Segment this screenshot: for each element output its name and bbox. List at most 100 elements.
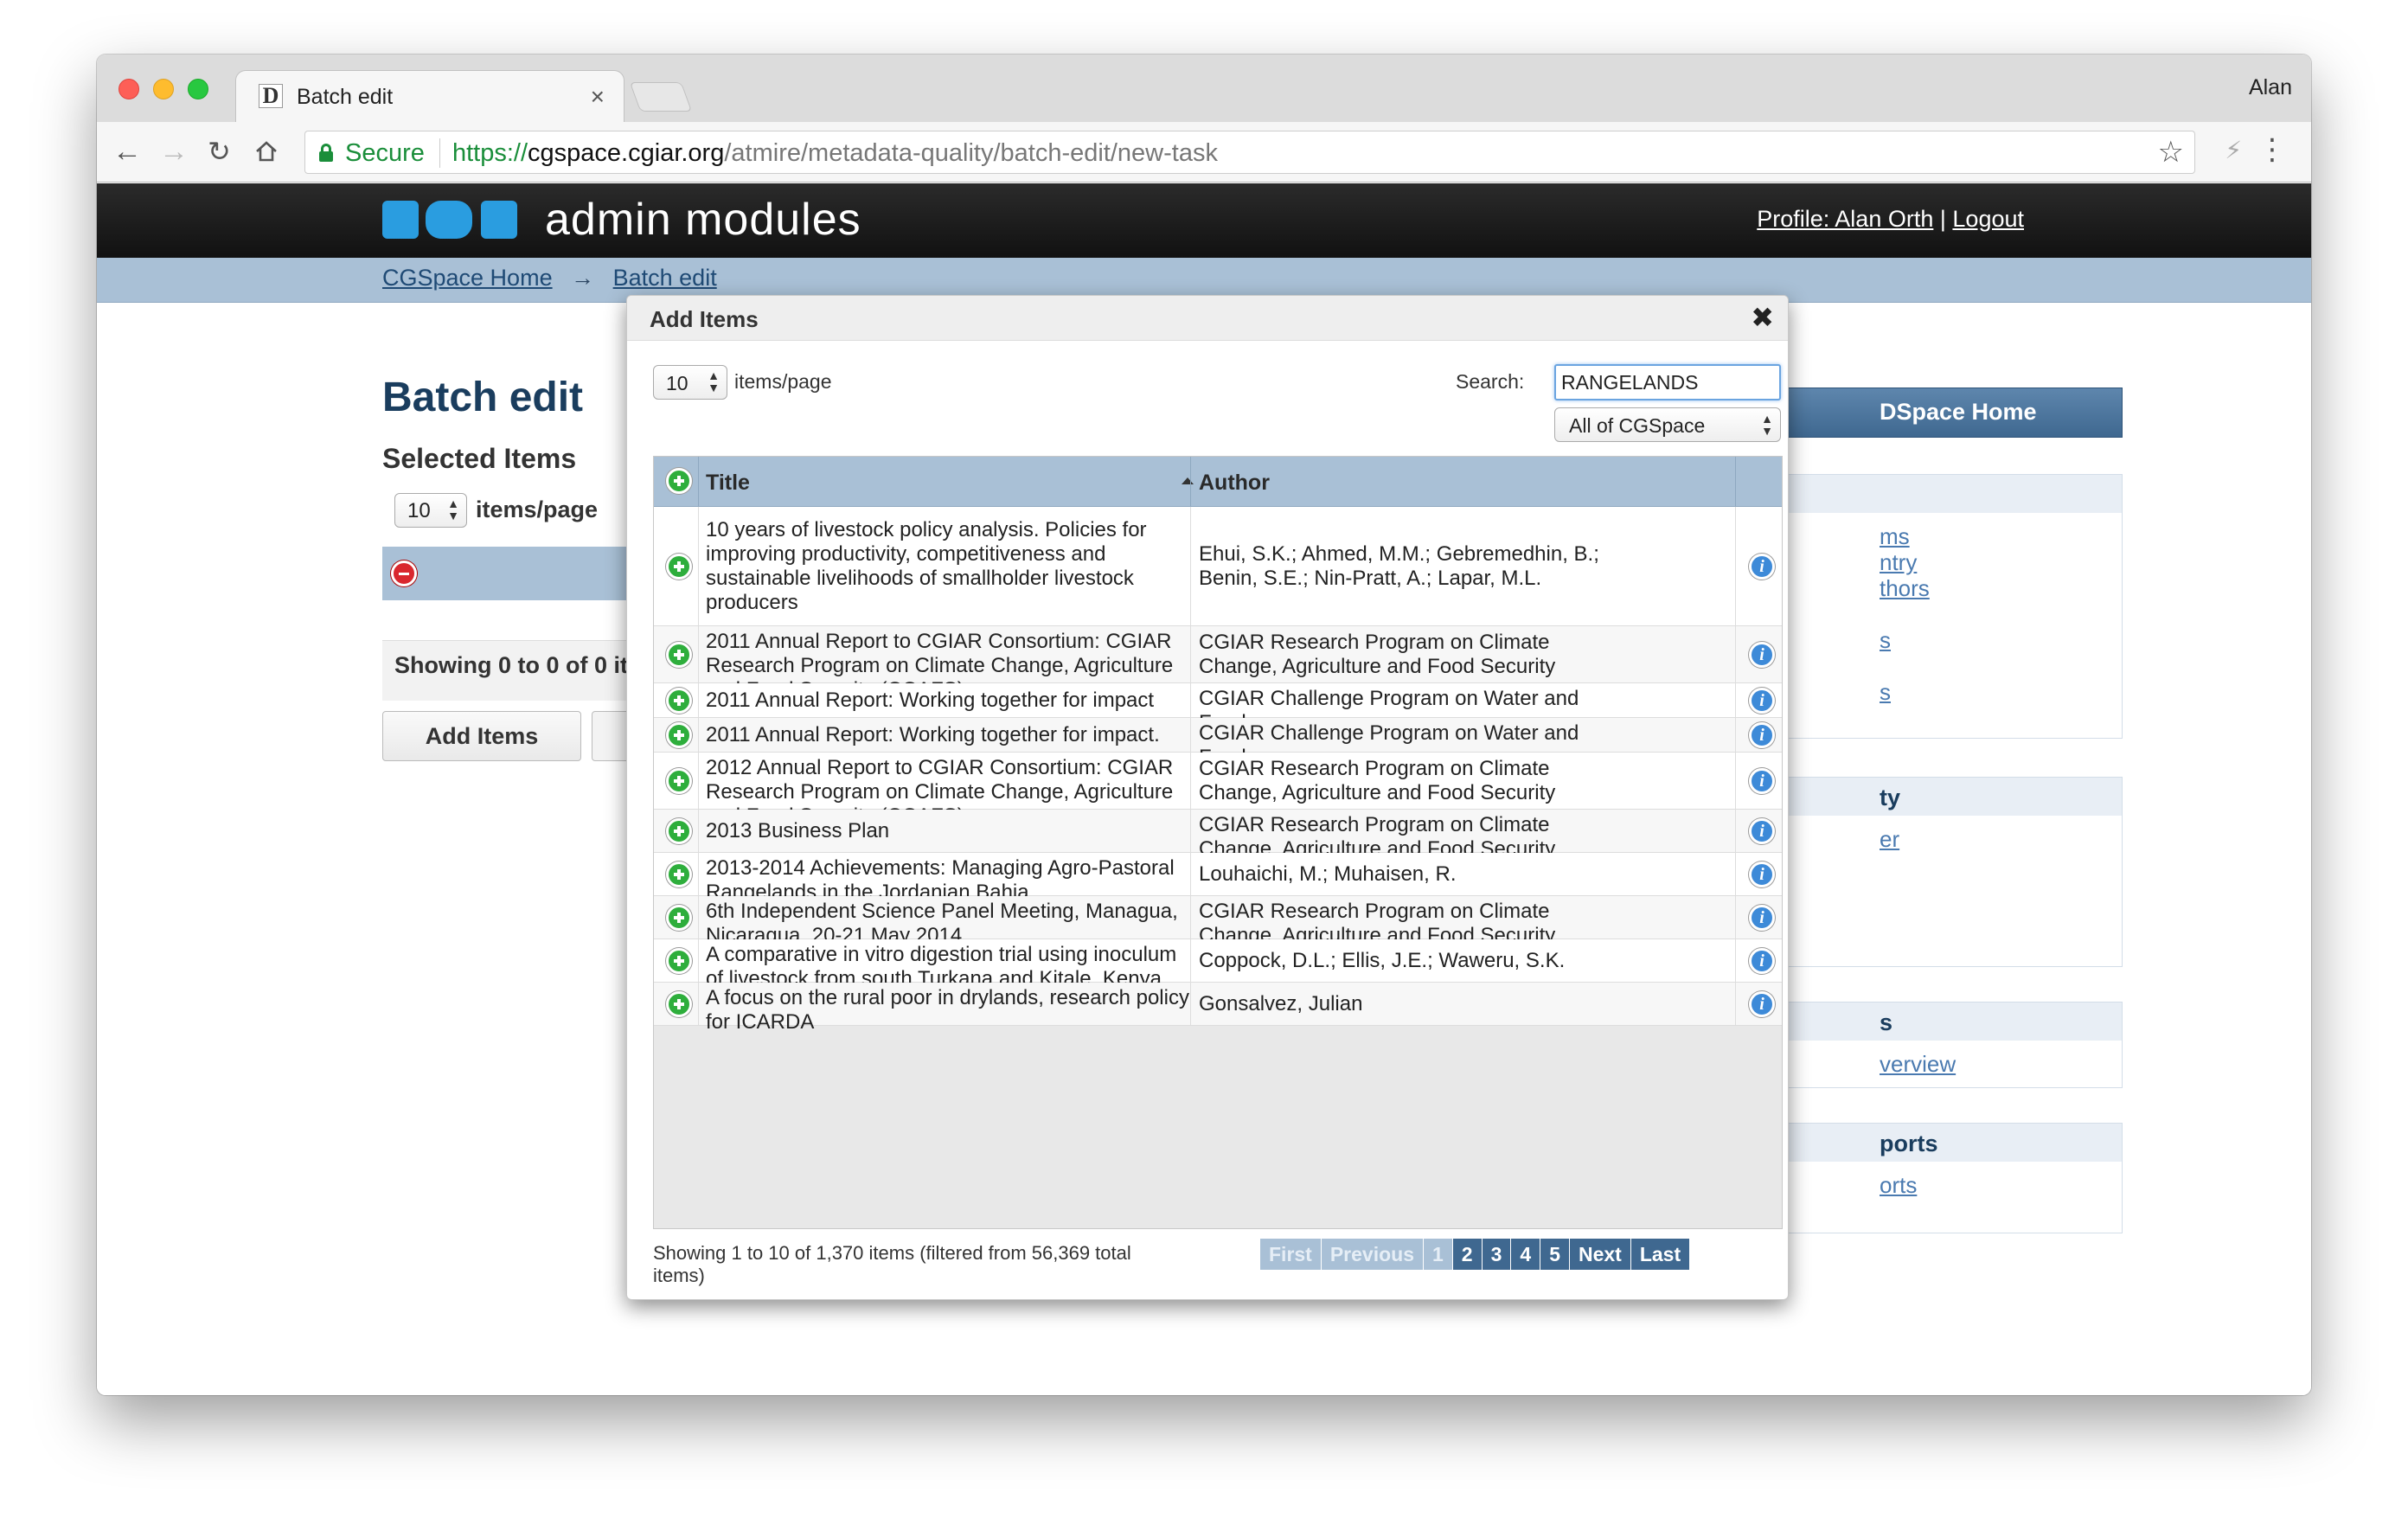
item-info-icon[interactable]: i — [1749, 722, 1775, 748]
breadcrumb-current-link[interactable]: Batch edit — [613, 265, 717, 291]
item-info-icon[interactable]: i — [1749, 948, 1775, 974]
add-item-icon[interactable] — [666, 722, 692, 748]
pager-last[interactable]: Last — [1630, 1239, 1691, 1270]
table-row[interactable]: 2011 Annual Report to CGIAR Consortium: … — [654, 626, 1782, 701]
sidebar-link-items[interactable]: ms — [1880, 523, 1910, 550]
browser-tab[interactable]: D Batch edit × — [235, 70, 624, 124]
table-row[interactable]: 2012 Annual Report to CGIAR Consortium: … — [654, 753, 1782, 828]
cell-author: Coppock, D.L.; Ellis, J.E.; Waweru, S.K. — [1199, 949, 1566, 972]
sidebar-box-quality: ty er — [1766, 777, 2123, 967]
pager-first[interactable]: First — [1260, 1239, 1322, 1270]
selected-per-page-select[interactable]: 10 ▲ ▼ — [394, 493, 467, 528]
item-info-icon[interactable]: i — [1749, 554, 1775, 580]
modal-per-page-label: items/page — [734, 370, 832, 393]
item-info-icon[interactable]: i — [1749, 688, 1775, 714]
sidebar-link-overview[interactable]: verview — [1880, 1051, 1956, 1078]
add-item-icon[interactable] — [666, 862, 692, 887]
menu-icon[interactable]: ⋮ — [2258, 132, 2287, 167]
item-info-icon[interactable]: i — [1749, 768, 1775, 794]
sidebar-link-5[interactable]: s — [1880, 679, 1891, 706]
table-row[interactable]: A focus on the rural poor in drylands, r… — [654, 983, 1782, 1034]
lock-icon — [319, 144, 333, 162]
new-tab-button[interactable] — [629, 82, 693, 112]
search-input[interactable] — [1554, 364, 1781, 400]
column-divider — [698, 753, 699, 810]
add-item-icon[interactable] — [666, 642, 692, 668]
sidebar-link-reports[interactable]: orts — [1880, 1172, 1917, 1199]
breadcrumb-home-link[interactable]: CGSpace Home — [382, 265, 553, 291]
sort-ascending-icon — [1182, 477, 1194, 484]
column-divider — [698, 507, 699, 626]
sidebar-link-authors[interactable]: thors — [1880, 575, 1930, 602]
add-item-icon[interactable] — [666, 768, 692, 794]
add-item-icon[interactable] — [666, 688, 692, 714]
reload-icon[interactable]: ↻ — [208, 134, 231, 169]
column-divider — [1190, 810, 1191, 853]
table-row[interactable]: 2013 Business Plan CGIAR Research Program… — [654, 810, 1782, 861]
selected-items-heading: Selected Items — [382, 443, 577, 474]
table-row[interactable]: 2011 Annual Report: Working together for… — [654, 718, 1782, 769]
item-info-icon[interactable]: i — [1749, 818, 1775, 844]
sidebar-box-quality-head: ty — [1767, 778, 2122, 816]
star-icon[interactable]: ☆ — [2158, 135, 2184, 170]
column-header-title[interactable]: Title — [706, 471, 750, 496]
item-info-icon[interactable]: i — [1749, 862, 1775, 887]
maximize-window-button[interactable] — [188, 79, 208, 99]
scope-select[interactable]: All of CGSpace ▲ ▼ — [1554, 407, 1781, 442]
add-item-icon[interactable] — [666, 818, 692, 844]
atmire-logo-icon[interactable] — [382, 201, 517, 239]
table-row[interactable]: 2011 Annual Report: Working together for… — [654, 683, 1782, 734]
column-divider — [1735, 983, 1736, 1026]
minimize-window-button[interactable] — [153, 79, 174, 99]
back-icon[interactable]: ← — [112, 134, 142, 169]
logout-link[interactable]: Logout — [1952, 206, 2024, 232]
table-row[interactable]: 10 years of livestock policy analysis. P… — [654, 507, 1782, 626]
pager-page-2[interactable]: 2 — [1452, 1239, 1483, 1270]
add-item-icon[interactable] — [666, 948, 692, 974]
add-item-icon[interactable] — [666, 554, 692, 580]
modal-per-page-select[interactable]: 10 ▲ ▼ — [653, 365, 727, 400]
address-bar[interactable]: Secure https://cgspace.cgiar.org/atmire/… — [304, 131, 2195, 174]
pager-page-5[interactable]: 5 — [1540, 1239, 1570, 1270]
forward-icon[interactable]: → — [159, 134, 189, 169]
dspace-home-button[interactable]: DSpace Home — [1766, 388, 2123, 438]
add-item-icon[interactable] — [666, 905, 692, 931]
sidebar-link-4[interactable]: s — [1880, 627, 1891, 654]
item-info-icon[interactable]: i — [1749, 642, 1775, 668]
tab-close-icon[interactable]: × — [591, 83, 605, 111]
pager-page-3[interactable]: 3 — [1482, 1239, 1512, 1270]
cell-author: Ehui, S.K.; Ahmed, M.M.; Gebremedhin, B.… — [1199, 542, 1599, 590]
results-table-header: Title Author — [654, 457, 1782, 507]
column-header-author[interactable]: Author — [1199, 471, 1270, 496]
column-divider — [1190, 983, 1191, 1026]
pager-page-1[interactable]: 1 — [1424, 1239, 1453, 1270]
add-item-icon[interactable] — [666, 991, 692, 1017]
item-info-icon[interactable]: i — [1749, 991, 1775, 1017]
bolt-icon[interactable]: ⚡ — [2225, 136, 2242, 164]
selected-showing-text: Showing 0 to 0 of 0 ite — [394, 652, 642, 678]
table-row[interactable]: 2013-2014 Achievements: Managing Agro-Pa… — [654, 853, 1782, 904]
column-divider — [698, 896, 699, 939]
sidebar-link-quality[interactable]: er — [1880, 826, 1899, 853]
site-header: admin modules Profile: Alan Orth | Logou… — [97, 183, 2311, 258]
column-divider — [1190, 683, 1191, 718]
close-icon[interactable]: ✖ — [1751, 301, 1774, 334]
sidebar-link-country[interactable]: ntry — [1880, 549, 1917, 576]
pager-previous[interactable]: Previous — [1321, 1239, 1424, 1270]
browser-profile-name[interactable]: Alan — [2249, 75, 2292, 100]
pager-page-4[interactable]: 4 — [1511, 1239, 1541, 1270]
add-all-icon[interactable] — [666, 468, 692, 494]
add-items-button[interactable]: Add Items — [382, 711, 581, 761]
remove-all-icon[interactable] — [391, 561, 417, 586]
column-divider — [1190, 753, 1191, 810]
profile-link[interactable]: Profile: Alan Orth — [1757, 206, 1933, 232]
table-row[interactable]: 6th Independent Science Panel Meeting, M… — [654, 896, 1782, 947]
column-divider — [1190, 718, 1191, 753]
home-icon[interactable] — [254, 134, 279, 171]
item-info-icon[interactable]: i — [1749, 905, 1775, 931]
pager-next[interactable]: Next — [1569, 1239, 1631, 1270]
table-row[interactable]: A comparative in vitro digestion trial u… — [654, 939, 1782, 990]
browser-toolbar: ← → ↻ Secure https://cgspace.cgiar.org/a… — [97, 122, 2311, 183]
cell-author: Louhaichi, M.; Muhaisen, R. — [1199, 862, 1457, 886]
close-window-button[interactable] — [118, 79, 139, 99]
